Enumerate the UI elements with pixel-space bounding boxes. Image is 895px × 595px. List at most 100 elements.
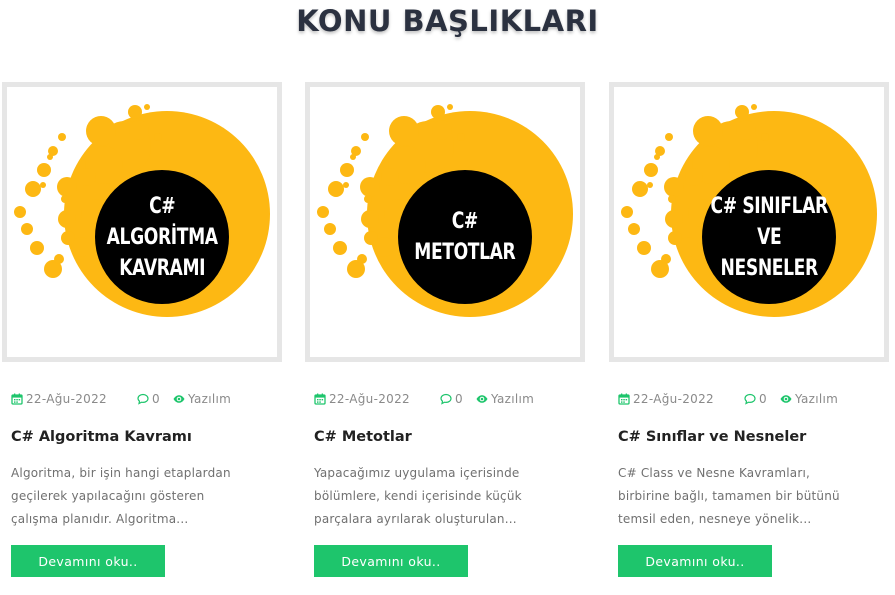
bubble-shape: [364, 231, 378, 245]
post-meta: 22-Ağu-2022 0 Yazılım: [618, 392, 888, 408]
bubble-shape: [54, 254, 64, 264]
post-date-text: 22-Ağu-2022: [26, 392, 107, 406]
eye-icon: [476, 395, 488, 403]
eye-icon: [173, 395, 185, 403]
bubble-shape: [735, 105, 749, 119]
post-title[interactable]: C# Metotlar: [314, 429, 589, 445]
comment-icon: [440, 393, 452, 405]
bubble-shape: [751, 104, 757, 110]
bubble-shape: [668, 195, 676, 203]
read-more-button[interactable]: Devamını oku..: [618, 545, 772, 577]
bubble-shape: [21, 223, 33, 235]
excerpt-line: C# Class ve Nesne Kavramları,: [618, 466, 811, 480]
bubble-shape: [317, 206, 329, 218]
post-thumbnail-graphic: [317, 104, 573, 317]
bubble-shape: [431, 105, 445, 119]
bubble-shape: [364, 195, 372, 203]
post-thumbnail-link[interactable]: C# ALGORİTMA KAVRAMI: [2, 82, 282, 362]
post-title[interactable]: C# Algoritma Kavramı: [11, 429, 286, 445]
bubble-shape: [14, 206, 26, 218]
post-comments[interactable]: 0: [440, 392, 463, 406]
post-category[interactable]: Yazılım: [780, 392, 838, 406]
excerpt-line: bölümlere, kendi içerisinde küçük: [314, 489, 522, 503]
post-meta: 22-Ağu-2022 0 Yazılım: [11, 392, 281, 408]
bubble-shape: [632, 181, 648, 197]
bubble-shape: [665, 133, 673, 141]
bubble-shape: [25, 181, 41, 197]
bubble-shape: [144, 104, 150, 110]
bubble-shape: [361, 210, 379, 228]
bubble-shape: [333, 241, 347, 255]
bubble-shape: [61, 195, 69, 203]
bubble-shape: [761, 133, 769, 141]
eye-icon: [780, 395, 792, 403]
bubble-shape: [357, 254, 367, 264]
bubble-shape: [668, 231, 682, 245]
bubble-shape: [693, 116, 723, 146]
read-more-button[interactable]: Devamını oku..: [314, 545, 468, 577]
dark-center-circle: [398, 170, 532, 304]
bubble-shape: [637, 241, 651, 255]
bubble-shape: [432, 120, 452, 140]
read-more-button[interactable]: Devamını oku..: [11, 545, 165, 577]
post-date: 22-Ağu-2022: [618, 392, 714, 406]
bubble-shape: [58, 210, 76, 228]
post-thumbnail-graphic: [621, 104, 877, 317]
category-label: Yazılım: [491, 392, 535, 406]
post-category[interactable]: Yazılım: [476, 392, 534, 406]
comment-icon: [744, 393, 756, 405]
bubble-shape: [665, 210, 683, 228]
calendar-icon: [314, 393, 326, 405]
post-date-text: 22-Ağu-2022: [329, 392, 410, 406]
bubble-shape: [154, 133, 162, 141]
post-meta: 22-Ağu-2022 0 Yazılım: [314, 392, 584, 408]
comment-icon: [137, 393, 149, 405]
bubble-shape: [664, 177, 684, 197]
post-date: 22-Ağu-2022: [314, 392, 410, 406]
post-card: C# ALGORİTMA KAVRAMI 22-Ağu-2022 0 Yazıl…: [2, 82, 282, 577]
bubble-shape: [685, 168, 703, 186]
dark-center-circle: [95, 170, 229, 304]
bubble-shape: [37, 163, 51, 177]
bubble-shape: [128, 105, 142, 119]
bubble-shape: [361, 133, 369, 141]
bubble-shape: [343, 182, 349, 188]
bubble-shape: [78, 168, 96, 186]
bubble-shape: [457, 133, 465, 141]
bubble-shape: [644, 163, 658, 177]
bubble-shape: [389, 116, 419, 146]
post-comments[interactable]: 0: [137, 392, 160, 406]
bubble-shape: [47, 154, 53, 160]
bubble-shape: [447, 104, 453, 110]
excerpt-line: çalışma planıdır. Algoritma...: [11, 512, 189, 526]
post-card: C# METOTLAR 22-Ağu-2022 0 Yazılım C# Met…: [305, 82, 585, 577]
post-category[interactable]: Yazılım: [173, 392, 231, 406]
bubble-shape: [40, 182, 46, 188]
bubble-shape: [30, 241, 44, 255]
bubble-shape: [86, 116, 116, 146]
bubble-shape: [350, 154, 356, 160]
post-thumbnail-link[interactable]: C# SINIFLAR VE NESNELER: [609, 82, 889, 362]
excerpt-line: temsil eden, nesneye yönelik...: [618, 512, 812, 526]
excerpt-line: parçalara ayrılarak oluşturulan...: [314, 512, 517, 526]
bubble-shape: [324, 223, 336, 235]
excerpt-line: geçilerek yapılacağını gösteren: [11, 489, 205, 503]
bubble-shape: [57, 177, 77, 197]
bubble-shape: [61, 231, 75, 245]
bubble-shape: [340, 163, 354, 177]
bubble-shape: [129, 120, 149, 140]
category-label: Yazılım: [188, 392, 232, 406]
post-card: C# SINIFLAR VE NESNELER 22-Ağu-2022 0 Ya…: [609, 82, 889, 577]
post-thumbnail-link[interactable]: C# METOTLAR: [305, 82, 585, 362]
post-comments[interactable]: 0: [744, 392, 767, 406]
excerpt-line: Algoritma, bir işin hangi etaplardan: [11, 466, 231, 480]
post-thumbnail-graphic: [14, 104, 270, 317]
post-title[interactable]: C# Sınıflar ve Nesneler: [618, 429, 893, 445]
post-excerpt: Yapacağımız uygulama içerisinde bölümler…: [314, 462, 576, 531]
excerpt-line: birbirine bağlı, tamamen bir bütünü: [618, 489, 840, 503]
post-date-text: 22-Ağu-2022: [633, 392, 714, 406]
post-date: 22-Ağu-2022: [11, 392, 107, 406]
bubble-shape: [654, 154, 660, 160]
category-label: Yazılım: [795, 392, 839, 406]
post-excerpt: C# Class ve Nesne Kavramları, birbirine …: [618, 462, 880, 531]
